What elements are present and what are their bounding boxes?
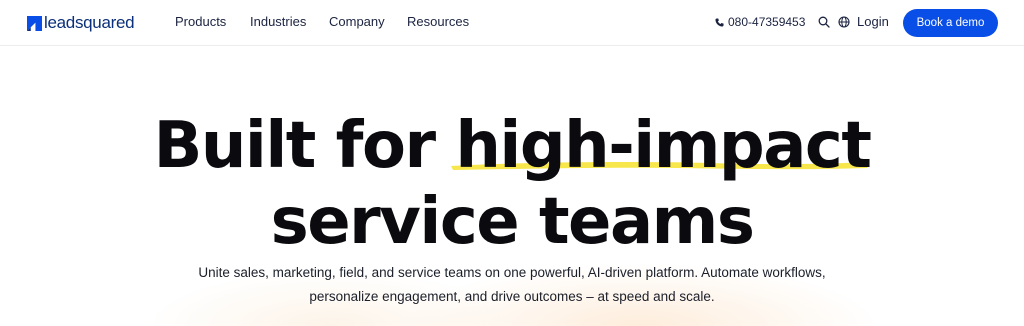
- site-header: leadsquared Products Industries Company …: [0, 0, 1024, 46]
- phone-link[interactable]: 080-47359453: [715, 15, 805, 29]
- nav-resources[interactable]: Resources: [407, 14, 469, 29]
- nav-company[interactable]: Company: [329, 14, 385, 29]
- phone-icon: [715, 17, 724, 27]
- book-demo-button[interactable]: Book a demo: [903, 9, 998, 37]
- logo-text: leadsquared: [44, 13, 135, 32]
- nav-products[interactable]: Products: [175, 14, 226, 29]
- login-link[interactable]: Login: [857, 14, 889, 29]
- leadsquared-logo-mark: [27, 15, 42, 31]
- globe-icon[interactable]: [838, 16, 850, 28]
- hero-subtitle-line2: personalize engagement, and drive outcom…: [309, 289, 715, 304]
- phone-number: 080-47359453: [728, 15, 806, 29]
- page: leadsquared Products Industries Company …: [0, 0, 1024, 326]
- hero-title-highlight: high-impact: [451, 114, 872, 178]
- hero-title-line2: service teams: [270, 185, 755, 259]
- hero-title-line1: Built for high-impact: [0, 114, 1024, 178]
- logo[interactable]: leadsquared: [27, 12, 135, 34]
- hero-title-part1: Built for: [153, 109, 456, 183]
- hero-subtitle-line1: Unite sales, marketing, field, and servi…: [198, 265, 826, 280]
- search-icon[interactable]: [818, 16, 830, 28]
- nav-industries[interactable]: Industries: [250, 14, 306, 29]
